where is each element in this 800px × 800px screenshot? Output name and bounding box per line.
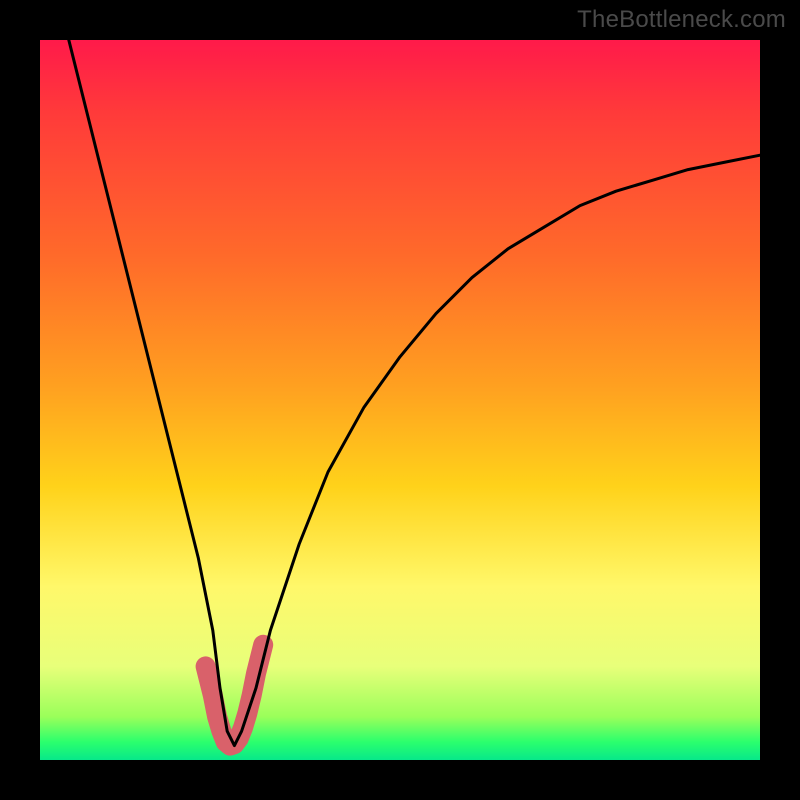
chart-frame: TheBottleneck.com <box>0 0 800 800</box>
bottleneck-curve <box>69 40 760 746</box>
curve-layer <box>40 40 760 760</box>
plot-area <box>40 40 760 760</box>
watermark-text: TheBottleneck.com <box>577 6 786 34</box>
